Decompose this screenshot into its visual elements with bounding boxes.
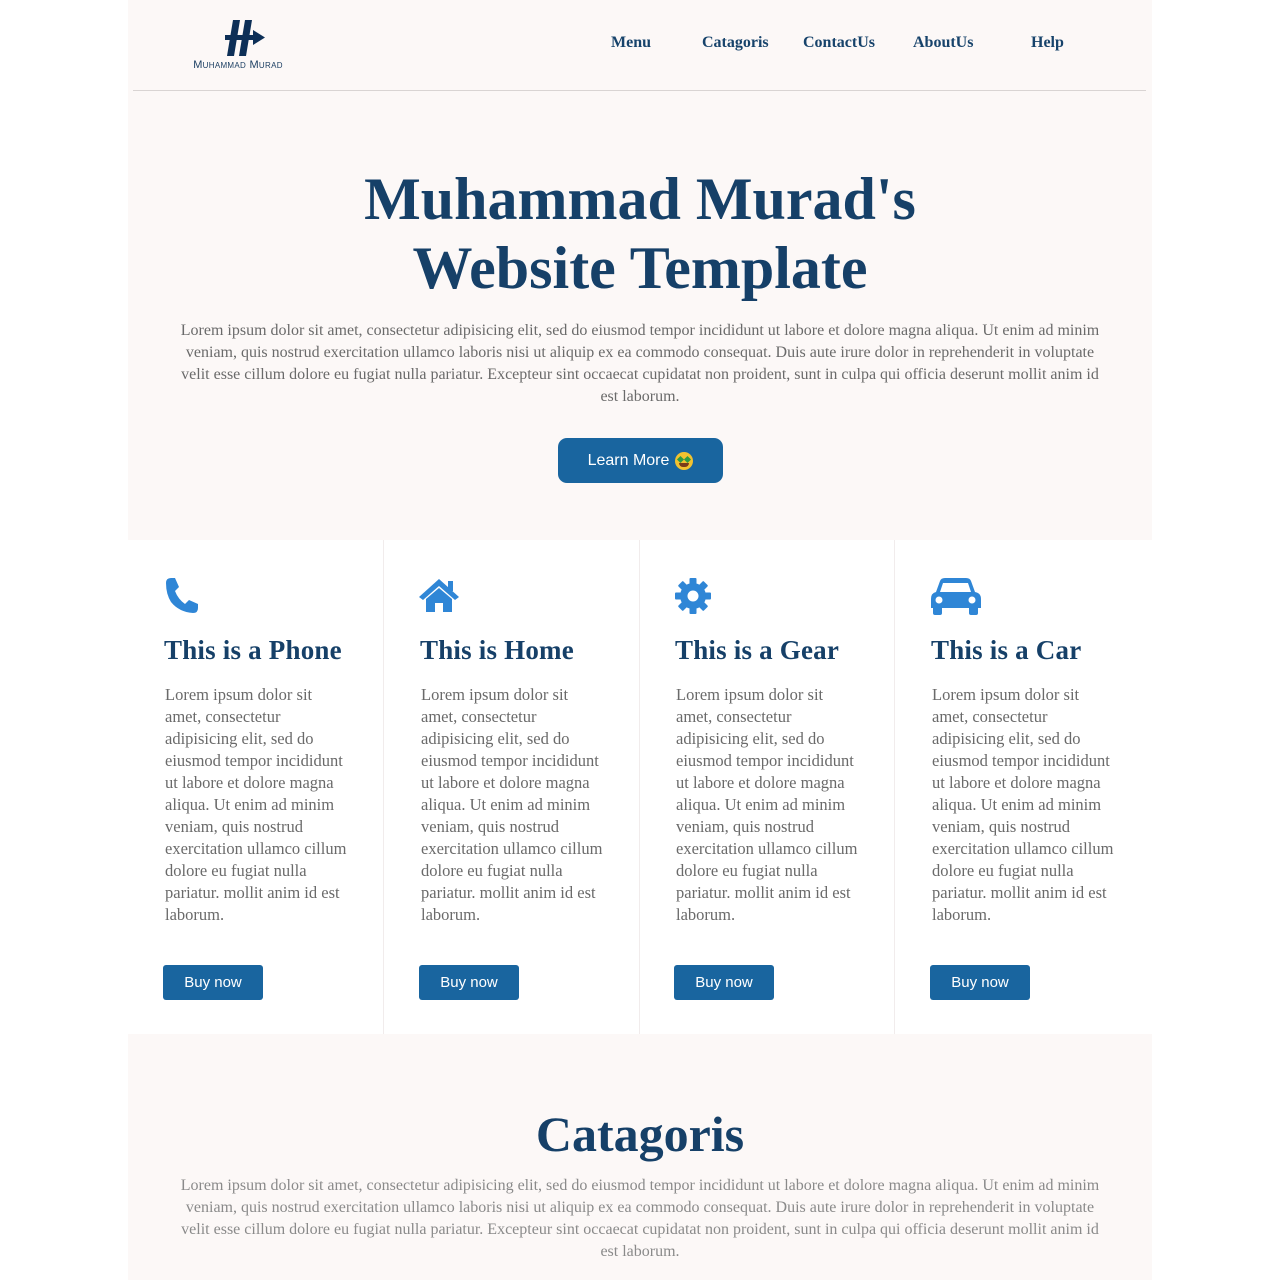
- phone-icon: [166, 578, 198, 613]
- card-title: This is a Phone: [164, 635, 342, 665]
- card-title: This is Home: [420, 635, 574, 665]
- car-icon: [931, 578, 981, 615]
- site-header: Muhammad Murad Menu Catagoris ContactUs …: [133, 0, 1146, 91]
- nav-menu[interactable]: Menu: [611, 34, 651, 52]
- card-description: Lorem ipsum dolor sit amet, consectetur …: [421, 685, 603, 924]
- hero-description: Lorem ipsum dolor sit amet, consectetur …: [180, 322, 1100, 405]
- site-logo[interactable]: Muhammad Murad: [183, 18, 293, 74]
- buy-now-button[interactable]: Buy now: [163, 965, 263, 1000]
- learn-more-button[interactable]: Learn More: [558, 438, 723, 483]
- nav-contactus[interactable]: ContactUs: [803, 34, 875, 52]
- page: Muhammad Murad Menu Catagoris ContactUs …: [128, 0, 1152, 1280]
- card-description: Lorem ipsum dolor sit amet, consectetur …: [165, 685, 347, 924]
- nav-catagoris[interactable]: Catagoris: [702, 34, 769, 52]
- hero-title: Muhammad Murad's Website Template: [128, 165, 1152, 303]
- logo-text: Muhammad Murad: [193, 59, 283, 71]
- learn-more-label: Learn More: [587, 451, 670, 469]
- card-car: This is a Car Lorem ipsum dolor sit amet…: [895, 540, 1150, 1034]
- hero-title-line-1: Muhammad Murad's: [364, 166, 916, 232]
- nav-aboutus[interactable]: AboutUs: [913, 34, 973, 52]
- card-title: This is a Gear: [675, 635, 840, 665]
- logo-mark-icon: [225, 20, 265, 56]
- categories-title: Catagoris: [535, 1106, 745, 1162]
- buy-now-button[interactable]: Buy now: [419, 965, 519, 1000]
- money-mouth-face-icon: [675, 451, 694, 470]
- card-gear: This is a Gear Lorem ipsum dolor sit ame…: [639, 540, 895, 1034]
- buy-now-button[interactable]: Buy now: [674, 965, 774, 1000]
- card-description: Lorem ipsum dolor sit amet, consectetur …: [676, 685, 858, 924]
- gear-icon: [675, 578, 711, 614]
- hero-title-line-2: Website Template: [412, 235, 868, 301]
- home-icon: [419, 579, 459, 612]
- nav-help[interactable]: Help: [1031, 34, 1064, 52]
- card-title: This is a Car: [931, 635, 1082, 665]
- buy-now-button[interactable]: Buy now: [930, 965, 1030, 1000]
- categories-description: Lorem ipsum dolor sit amet, consectetur …: [180, 1177, 1100, 1260]
- features-section: This is a Phone Lorem ipsum dolor sit am…: [128, 540, 1152, 1034]
- card-phone: This is a Phone Lorem ipsum dolor sit am…: [128, 540, 384, 1034]
- card-home: This is Home Lorem ipsum dolor sit amet,…: [384, 540, 640, 1034]
- card-description: Lorem ipsum dolor sit amet, consectetur …: [932, 685, 1114, 924]
